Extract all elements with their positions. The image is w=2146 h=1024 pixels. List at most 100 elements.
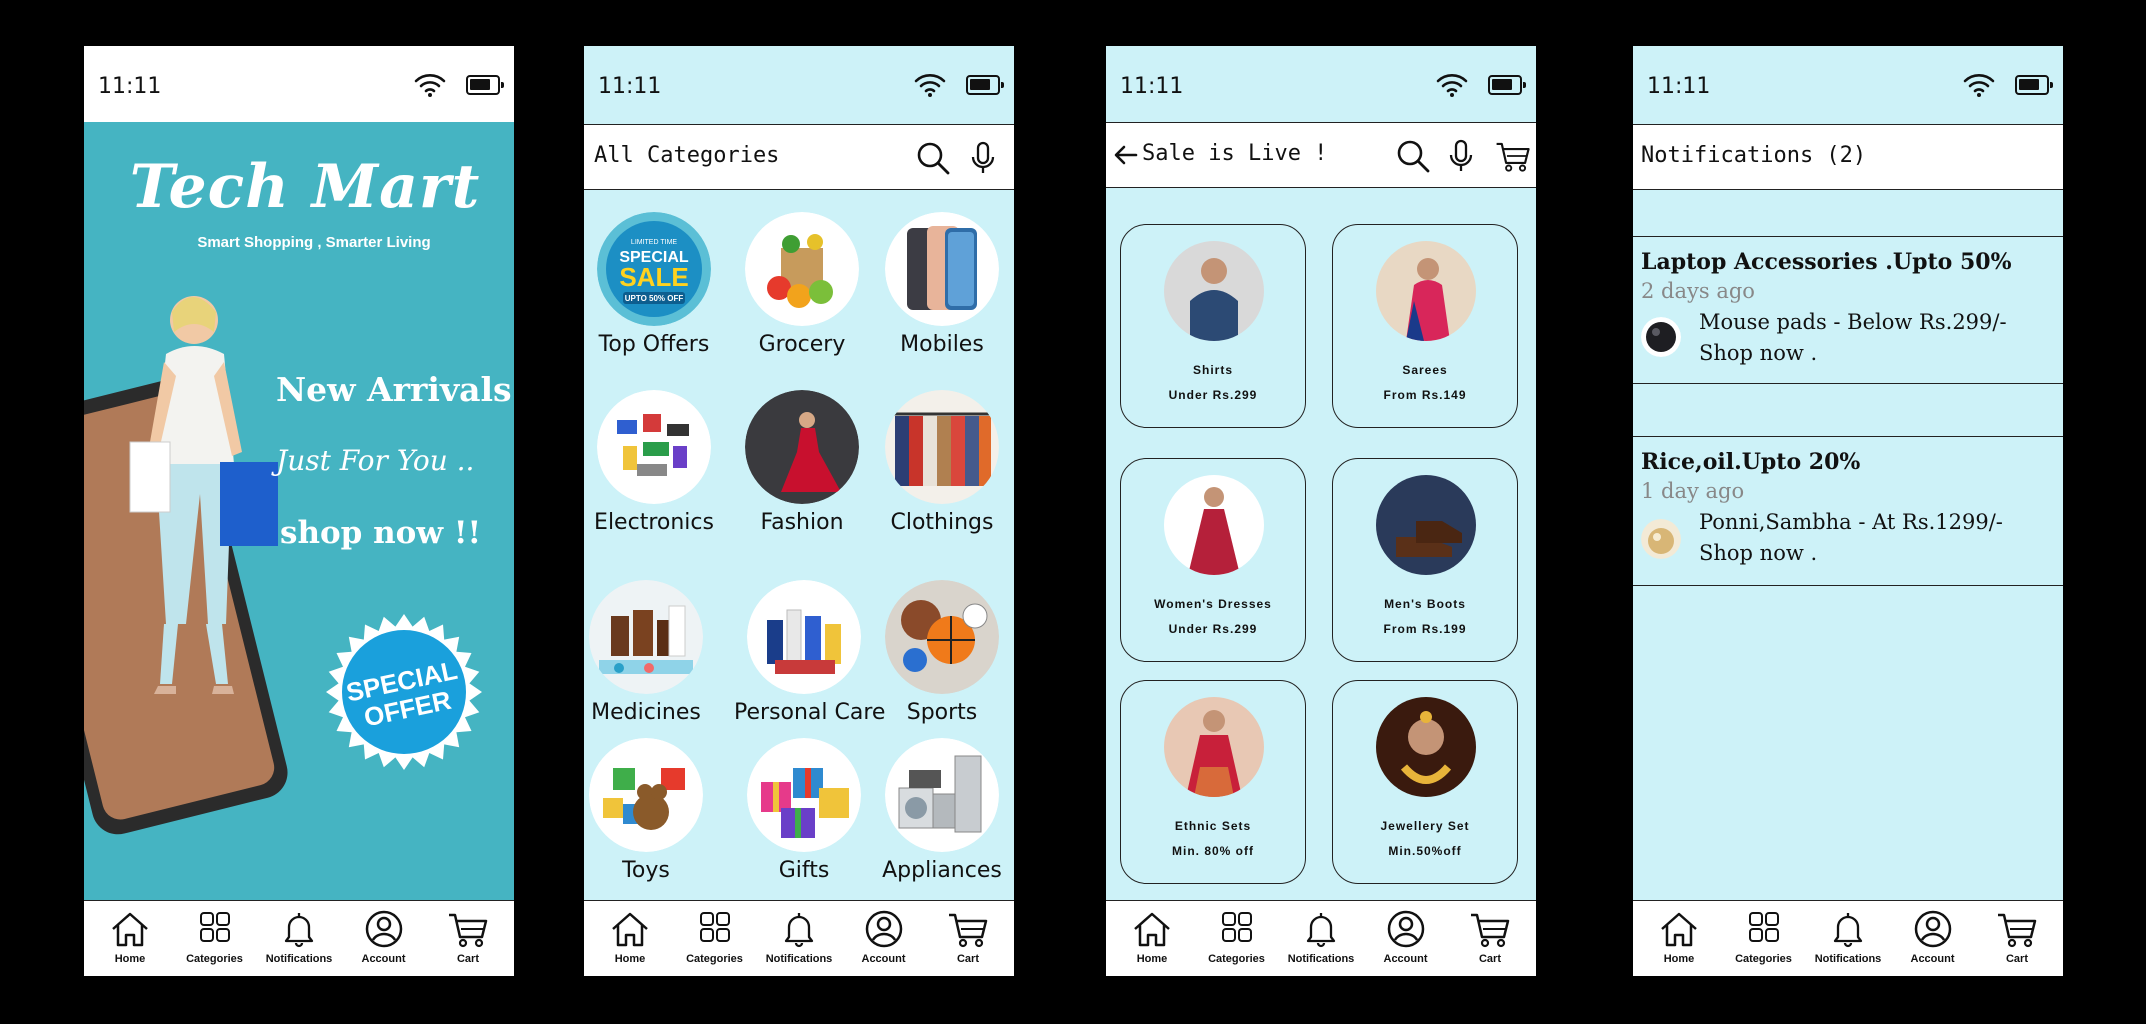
nav-home[interactable]: Home xyxy=(88,901,172,976)
page-title: Notifications (2) xyxy=(1641,143,1867,168)
nav-account[interactable]: Account xyxy=(1891,901,1975,976)
cart-icon[interactable] xyxy=(1494,137,1532,175)
nav-label: Categories xyxy=(186,953,243,965)
category-electronics[interactable]: Electronics xyxy=(584,390,724,535)
mic-icon[interactable] xyxy=(964,139,1002,177)
home-icon xyxy=(1657,907,1701,951)
nav-notifications[interactable]: Notifications xyxy=(757,901,841,976)
notification-line2: Shop now . xyxy=(1699,541,1818,565)
wifi-icon xyxy=(914,72,946,98)
nav-categories[interactable]: Categories xyxy=(173,901,257,976)
medicine-bottles-icon xyxy=(589,580,703,694)
category-gifts[interactable]: Gifts xyxy=(734,738,874,883)
nav-notifications[interactable]: Notifications xyxy=(1279,901,1363,976)
nav-label: Cart xyxy=(456,953,479,965)
nav-label: Account xyxy=(1910,953,1955,965)
notification-line1: Ponni,Sambha - At Rs.1299/- xyxy=(1699,510,2003,534)
sale-card-ethnic-sets[interactable]: Ethnic Sets Min. 80% off xyxy=(1120,680,1306,884)
category-label: Electronics xyxy=(594,510,714,535)
page-title: Sale is Live ! xyxy=(1142,141,1328,166)
nav-label: Home xyxy=(114,953,146,965)
nav-label: Home xyxy=(1136,953,1168,965)
nav-categories[interactable]: Categories xyxy=(673,901,757,976)
nav-categories[interactable]: Categories xyxy=(1722,901,1806,976)
category-sports[interactable]: Sports xyxy=(872,580,1012,725)
nav-notifications[interactable]: Notifications xyxy=(1806,901,1890,976)
categories-icon xyxy=(1215,907,1259,951)
card-price: From Rs.149 xyxy=(1383,388,1467,402)
notifications-screen: 11:11 Notifications (2) Laptop Accessori… xyxy=(1633,46,2063,976)
sale-badge-sale: SALE xyxy=(619,262,688,292)
nav-home[interactable]: Home xyxy=(588,901,672,976)
nav-cart[interactable]: Cart xyxy=(426,901,510,976)
search-icon[interactable] xyxy=(1394,137,1432,175)
sale-card-sarees[interactable]: Sarees From Rs.149 xyxy=(1332,224,1518,428)
page-title: All Categories xyxy=(594,143,780,168)
nav-cart[interactable]: Cart xyxy=(1448,901,1532,976)
nav-label: Account xyxy=(1383,953,1428,965)
category-top-offers[interactable]: LIMITED TIME SPECIAL SALE UPTO 50% OFF T… xyxy=(584,212,724,357)
shop-now-link[interactable]: shop now !! xyxy=(280,515,481,551)
nav-label: Home xyxy=(1663,953,1695,965)
category-personal-care[interactable]: Personal Care xyxy=(734,580,885,725)
category-mobiles[interactable]: Mobiles xyxy=(872,212,1012,357)
sale-card-womens-dresses[interactable]: Women's Dresses Under Rs.299 xyxy=(1120,458,1306,662)
battery-icon xyxy=(2015,75,2053,95)
mouse-pad-thumbnail xyxy=(1641,317,1681,357)
back-arrow-icon[interactable] xyxy=(1112,141,1140,169)
categories-icon xyxy=(693,907,737,951)
card-name: Women's Dresses xyxy=(1154,597,1272,611)
nav-label: Account xyxy=(861,953,906,965)
nav-account[interactable]: Account xyxy=(1364,901,1448,976)
home-icon xyxy=(1130,907,1174,951)
notification-item[interactable]: Laptop Accessories .Upto 50% 2 days ago … xyxy=(1633,236,2063,384)
category-label: Sports xyxy=(906,700,978,725)
cart-icon xyxy=(1995,907,2039,951)
nav-notifications[interactable]: Notifications xyxy=(257,901,341,976)
sale-badge-small-text: LIMITED TIME xyxy=(631,239,677,246)
sale-badge-upto: UPTO 50% OFF xyxy=(625,294,684,303)
nav-label: Notifications xyxy=(265,953,333,965)
category-medicines[interactable]: Medicines xyxy=(584,580,716,725)
notification-time: 1 day ago xyxy=(1641,479,1745,503)
mic-icon[interactable] xyxy=(1442,137,1480,175)
category-toys[interactable]: Toys xyxy=(584,738,716,883)
status-time: 11:11 xyxy=(598,74,662,99)
bell-icon xyxy=(277,907,321,951)
category-fashion[interactable]: Fashion xyxy=(732,390,872,535)
card-price: Under Rs.299 xyxy=(1168,388,1258,402)
sale-header: Sale is Live ! xyxy=(1106,122,1536,188)
shirt-model-image xyxy=(1164,241,1264,341)
bottom-nav: Home Categories Notifications Account Ca… xyxy=(1633,900,2063,976)
toys-icon xyxy=(589,738,703,852)
special-offer-badge[interactable]: SPECIAL OFFER xyxy=(324,612,484,772)
nav-cart[interactable]: Cart xyxy=(1975,901,2059,976)
sale-card-shirts[interactable]: Shirts Under Rs.299 xyxy=(1120,224,1306,428)
status-bar: 11:11 xyxy=(84,46,514,122)
sale-card-jewellery-set[interactable]: Jewellery Set Min.50%off xyxy=(1332,680,1518,884)
nav-home[interactable]: Home xyxy=(1637,901,1721,976)
status-time: 11:11 xyxy=(98,74,162,99)
category-grocery[interactable]: Grocery xyxy=(732,212,872,357)
battery-icon xyxy=(466,75,504,95)
nav-cart[interactable]: Cart xyxy=(926,901,1010,976)
notification-item[interactable]: Rice,oil.Upto 20% 1 day ago Ponni,Sambha… xyxy=(1633,436,2063,586)
category-appliances[interactable]: Appliances xyxy=(872,738,1012,883)
status-time: 11:11 xyxy=(1120,74,1184,99)
sale-card-mens-boots[interactable]: Men's Boots From Rs.199 xyxy=(1332,458,1518,662)
nav-label: Cart xyxy=(956,953,979,965)
dress-model-image xyxy=(1164,475,1264,575)
nav-account[interactable]: Account xyxy=(842,901,926,976)
hero-banner[interactable]: Tech Mart Smart Shopping , Smarter Livin… xyxy=(84,122,514,900)
search-icon[interactable] xyxy=(914,139,952,177)
home-icon xyxy=(608,907,652,951)
category-label: Toys xyxy=(622,858,670,883)
nav-home[interactable]: Home xyxy=(1110,901,1194,976)
shopper-illustration xyxy=(129,296,278,694)
categories-icon xyxy=(193,907,237,951)
account-icon xyxy=(1384,907,1428,951)
nav-account[interactable]: Account xyxy=(342,901,426,976)
boots-image xyxy=(1376,475,1476,575)
nav-categories[interactable]: Categories xyxy=(1195,901,1279,976)
category-clothings[interactable]: Clothings xyxy=(872,390,1012,535)
